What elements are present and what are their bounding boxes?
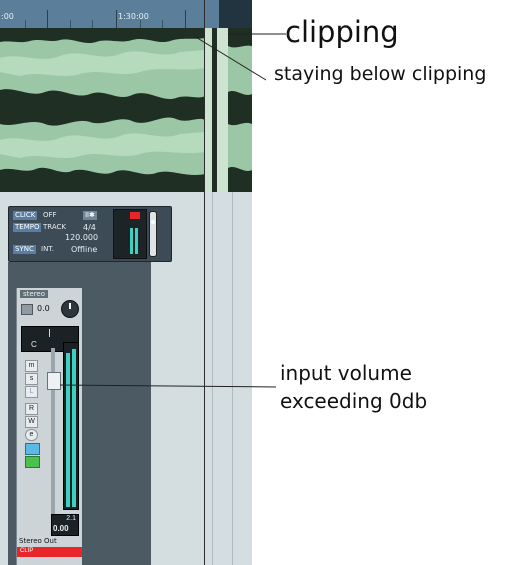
annotation-staying-below-clipping: staying below clipping xyxy=(274,63,487,85)
annotation-clipping: clipping xyxy=(285,15,399,49)
annotation-input-volume: input volume xyxy=(280,361,412,385)
annotation-exceeding-0db: exceeding 0db xyxy=(280,389,428,413)
